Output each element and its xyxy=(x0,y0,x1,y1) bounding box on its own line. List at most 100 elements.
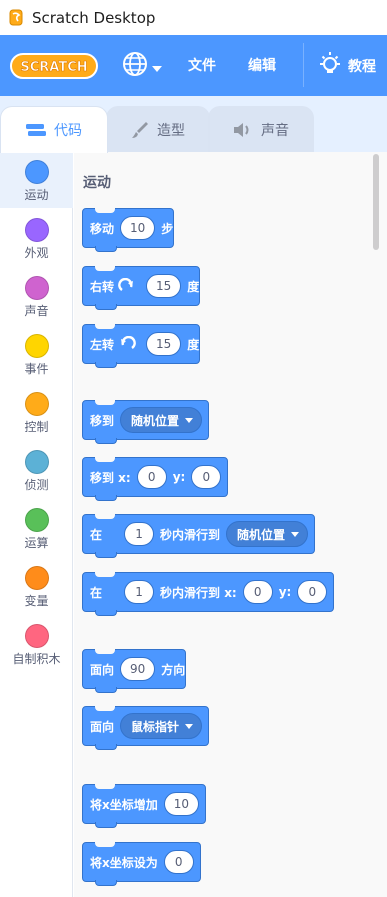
window-title: Scratch Desktop xyxy=(32,8,156,27)
block-text: 面向 xyxy=(90,662,115,677)
category-dot xyxy=(24,218,49,242)
category-sound[interactable]: 声音 xyxy=(0,268,73,324)
menu-divider xyxy=(303,43,304,87)
rotate-left-icon xyxy=(118,336,136,352)
block-turn-right[interactable]: 右转 15 度 xyxy=(82,266,201,310)
category-dot xyxy=(24,276,49,300)
degrees-input[interactable]: 15 xyxy=(146,332,182,356)
tab-costumes[interactable]: 造型 xyxy=(106,106,210,152)
block-text: 移动 xyxy=(90,221,115,236)
block-text: y: xyxy=(278,585,292,599)
block-move-steps[interactable]: 移动 10 步 xyxy=(82,208,175,252)
chevron-down-icon xyxy=(152,57,162,76)
tab-code[interactable]: 代码 xyxy=(0,106,108,153)
dropdown-value: 随机位置 xyxy=(237,527,286,542)
dropdown-value: 鼠标指针 xyxy=(131,719,180,734)
category-motion[interactable]: 运动 xyxy=(0,152,73,208)
block-turn-left[interactable]: 左转 15 度 xyxy=(82,324,201,368)
chevron-down-icon xyxy=(291,531,300,537)
editor-tabs: 代码 造型 声音 xyxy=(0,96,387,153)
category-menu: 运动 外观 声音 事件 控制 侦测 运算 变量 自制积木 xyxy=(0,152,73,897)
block-text: 方向 xyxy=(161,662,186,677)
category-dot xyxy=(24,392,49,416)
category-dot xyxy=(24,160,49,184)
category-control[interactable]: 控制 xyxy=(0,384,73,440)
block-text: 在 xyxy=(90,527,103,542)
category-label: 事件 xyxy=(24,362,49,376)
x-change-input[interactable]: 10 xyxy=(163,792,200,816)
lightbulb-icon xyxy=(318,51,342,81)
seconds-input[interactable]: 1 xyxy=(124,580,155,604)
degrees-input[interactable]: 15 xyxy=(146,274,182,298)
category-label: 控制 xyxy=(24,420,49,434)
block-goto-xy[interactable]: 移到 x: 0 y: 0 xyxy=(82,457,229,501)
block-text: 右转 xyxy=(90,279,115,294)
category-dot xyxy=(24,508,49,532)
block-point-direction[interactable]: 面向 90 方向 xyxy=(82,649,187,693)
target-dropdown[interactable]: 随机位置 xyxy=(226,521,309,547)
direction-input[interactable]: 90 xyxy=(120,657,156,681)
paintbrush-icon xyxy=(131,121,149,139)
y-input[interactable]: 0 xyxy=(191,465,222,489)
block-set-x[interactable]: 将x坐标设为 0 xyxy=(82,842,201,886)
block-text: 度 xyxy=(187,279,200,294)
category-my-blocks[interactable]: 自制积木 xyxy=(0,616,73,672)
category-variables[interactable]: 变量 xyxy=(0,558,73,614)
block-glide-to[interactable]: 在 1 秒内滑行到 随机位置 xyxy=(82,514,316,558)
block-text: 度 xyxy=(187,337,200,352)
chevron-down-icon xyxy=(185,417,194,423)
menu-bar: SCRATCH 文件 编辑 教程 xyxy=(0,35,387,96)
category-dot xyxy=(24,334,49,358)
category-label: 变量 xyxy=(24,594,49,608)
edit-menu[interactable]: 编辑 xyxy=(248,55,276,75)
y-input[interactable]: 0 xyxy=(297,580,328,604)
block-change-x[interactable]: 将x坐标增加 10 xyxy=(82,784,207,828)
palette-scrollbar[interactable] xyxy=(373,154,379,250)
app-icon xyxy=(8,9,24,27)
block-glide-xy[interactable]: 在 1 秒内滑行到 x: 0 y: 0 xyxy=(82,572,335,616)
block-text: 秒内滑行到 x: xyxy=(160,585,237,600)
tutorials-label: 教程 xyxy=(348,59,376,75)
category-label: 运算 xyxy=(24,536,49,550)
block-palette: 运动 移动 10 步 右转 15 度 左转 15 度 移到 随机位置 移到 x:… xyxy=(74,152,387,897)
section-title-motion: 运动 xyxy=(83,175,111,191)
category-sensing[interactable]: 侦测 xyxy=(0,442,73,498)
logo-text: SCRATCH xyxy=(20,60,87,75)
target-dropdown[interactable]: 鼠标指针 xyxy=(120,713,203,739)
speaker-icon xyxy=(233,122,253,138)
block-text: 步 xyxy=(161,221,174,236)
scratch-logo[interactable]: SCRATCH xyxy=(10,52,98,80)
block-text: 秒内滑行到 xyxy=(160,527,221,542)
tab-costumes-label: 造型 xyxy=(157,122,185,139)
category-operators[interactable]: 运算 xyxy=(0,500,73,556)
x-value-input[interactable]: 0 xyxy=(163,850,194,874)
category-dot xyxy=(24,566,49,590)
category-label: 外观 xyxy=(24,246,49,260)
x-input[interactable]: 0 xyxy=(136,465,167,489)
category-label: 声音 xyxy=(24,304,49,318)
category-label: 自制积木 xyxy=(12,652,61,666)
block-text: 在 xyxy=(90,585,103,600)
chevron-down-icon xyxy=(185,723,194,729)
tab-sounds[interactable]: 声音 xyxy=(208,106,314,152)
seconds-input[interactable]: 1 xyxy=(124,522,155,546)
category-events[interactable]: 事件 xyxy=(0,326,73,382)
file-menu[interactable]: 文件 xyxy=(188,55,216,75)
block-text: 面向 xyxy=(90,719,115,734)
block-text: 将x坐标增加 xyxy=(90,797,158,812)
category-label: 运动 xyxy=(24,188,49,202)
category-label: 侦测 xyxy=(24,478,49,492)
category-looks[interactable]: 外观 xyxy=(0,210,73,266)
block-point-towards[interactable]: 面向 鼠标指针 xyxy=(82,706,210,750)
block-text: 左转 xyxy=(90,337,115,352)
tab-code-label: 代码 xyxy=(54,123,82,139)
tutorials-button[interactable]: 教程 xyxy=(318,51,376,81)
block-text: 移到 xyxy=(90,413,115,428)
target-dropdown[interactable]: 随机位置 xyxy=(120,407,203,433)
x-input[interactable]: 0 xyxy=(242,580,273,604)
category-dot xyxy=(24,450,49,474)
block-goto[interactable]: 移到 随机位置 xyxy=(82,400,210,444)
steps-input[interactable]: 10 xyxy=(120,216,156,240)
language-menu[interactable] xyxy=(122,52,170,80)
globe-icon xyxy=(122,51,148,81)
